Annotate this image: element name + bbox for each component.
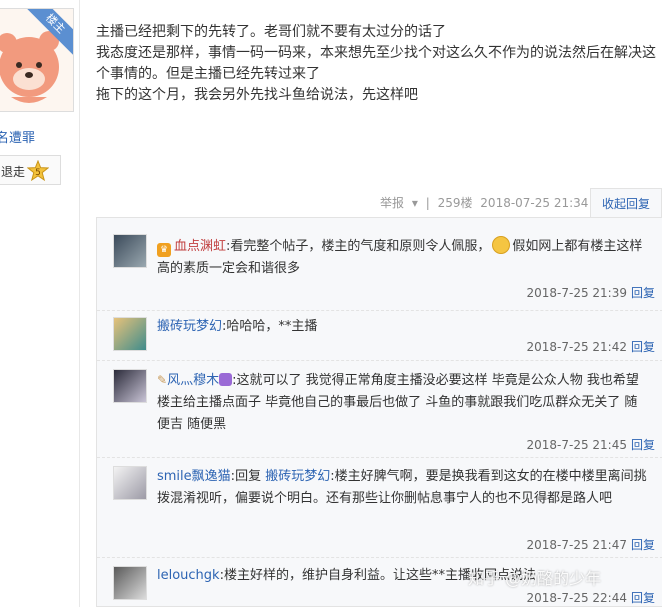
reply-item: smile飘逸猫:回复 搬砖玩梦幻:楼主好脾气啊，要是换我看到这女的在楼中楼里离… [97, 457, 662, 557]
post-line: 我态度还是那样，事情一码一码来，本来想先至少找个对这么久不作为的说法然后在解决这… [96, 45, 656, 82]
reply-body: 搬砖玩梦幻:哈哈哈，**主播 [157, 316, 647, 338]
reply-button[interactable]: 回复 [631, 591, 655, 605]
reply-body: smile飘逸猫:回复 搬砖玩梦幻:楼主好脾气啊，要是换我看到这女的在楼中楼里离… [157, 466, 647, 510]
level-number: 5 [35, 168, 41, 178]
vip-crown-icon: ♛ [157, 243, 171, 257]
post-line: 拖下的这个月，我会另外先找斗鱼给说法，先这样吧 [96, 87, 418, 103]
reply-avatar[interactable] [113, 466, 147, 500]
reply-meta: 2018-7-25 21:42 回复 [526, 338, 655, 355]
reply-body: ✎风灬穆木:这就可以了 我觉得正常角度主播没必要这样 毕竟是公众人物 我也希望楼… [157, 369, 647, 436]
reply-text: 看完整个帖子，楼主的气度和原则令人佩服， [230, 239, 491, 254]
feather-icon: ✎ [157, 373, 168, 387]
reply-item: ✎风灬穆木:这就可以了 我觉得正常角度主播没必要这样 毕竟是公众人物 我也希望楼… [97, 360, 662, 457]
author-column: 楼主 名遭罪 退走 5 [0, 0, 80, 607]
reply-username[interactable]: 搬砖玩梦幻 [157, 319, 222, 334]
reply-time: 2018-7-25 21:42 [526, 340, 627, 354]
reply-button[interactable]: 回复 [631, 340, 655, 354]
post-time: 2018-07-25 21:34 [480, 196, 589, 210]
reply-to-label: 回复 [235, 469, 262, 484]
reply-meta: 2018-7-25 21:45 回复 [526, 436, 655, 453]
reply-avatar[interactable] [113, 369, 147, 403]
reply-avatar[interactable] [113, 317, 147, 351]
reply-body: ♛ 血点渊虹:看完整个帖子，楼主的气度和原则令人佩服， 假如网上都有楼主这样高的素质… [157, 236, 647, 280]
zhihu-watermark: 知乎 @奶酪的少年 [468, 569, 602, 588]
reply-target-username[interactable]: 搬砖玩梦幻 [265, 469, 330, 484]
reply-time: 2018-7-25 21:47 [526, 538, 627, 552]
reply-avatar[interactable] [113, 566, 147, 600]
reply-item: 搬砖玩梦幻:哈哈哈，**主播 2018-7-25 21:42 回复 [97, 310, 662, 360]
reply-meta: 2018-7-25 21:39 回复 [526, 284, 655, 301]
reply-button[interactable]: 回复 [631, 438, 655, 452]
reply-username[interactable]: 血点渊虹 [174, 239, 226, 254]
reply-meta: 2018-7-25 21:47 回复 [526, 536, 655, 553]
reply-username[interactable]: 风灬穆木 [167, 373, 219, 388]
reply-meta: 2018-7-25 22:44 回复 [526, 589, 655, 606]
reply-button[interactable]: 回复 [631, 286, 655, 300]
reply-username[interactable]: lelouchgk [157, 568, 220, 583]
reply-item: ♛ 血点渊虹:看完整个帖子，楼主的气度和原则令人佩服， 假如网上都有楼主这样高的素质… [97, 218, 662, 310]
divider: | [425, 196, 430, 210]
reply-button[interactable]: 回复 [631, 538, 655, 552]
author-avatar[interactable]: 楼主 [0, 8, 74, 112]
post-content: 主播已经把剩下的先转了。老哥们就不要有太过分的话了 我态度还是那样，事情一码一码… [96, 22, 658, 106]
level-star-icon: 5 [27, 160, 49, 182]
reply-time: 2018-7-25 21:45 [526, 438, 627, 452]
post-line: 主播已经把剩下的先转了。老哥们就不要有太过分的话了 [96, 24, 446, 40]
collapse-replies-button[interactable]: 收起回复 [590, 188, 662, 218]
reply-username[interactable]: smile飘逸猫 [157, 469, 231, 484]
smiley-emoji-icon [492, 236, 511, 254]
level-badge[interactable]: 退走 5 [0, 155, 61, 185]
report-link[interactable]: 举报 ▾ [380, 196, 418, 210]
post-tail: 举报 ▾ | 259楼 2018-07-25 21:34 [380, 192, 592, 214]
level-title: 退走 [1, 165, 26, 179]
member-badge-icon [219, 373, 233, 386]
reply-avatar[interactable] [113, 234, 147, 268]
floor-number: 259楼 [437, 196, 473, 210]
reply-text: 哈哈哈，**主播 [226, 319, 318, 334]
reply-time: 2018-7-25 21:39 [526, 286, 627, 300]
author-name[interactable]: 名遭罪 [0, 127, 35, 146]
reply-list: ♛ 血点渊虹:看完整个帖子，楼主的气度和原则令人佩服， 假如网上都有楼主这样高的素质… [96, 217, 662, 607]
reply-time: 2018-7-25 22:44 [526, 591, 627, 605]
report-label: 举报 [380, 196, 405, 210]
